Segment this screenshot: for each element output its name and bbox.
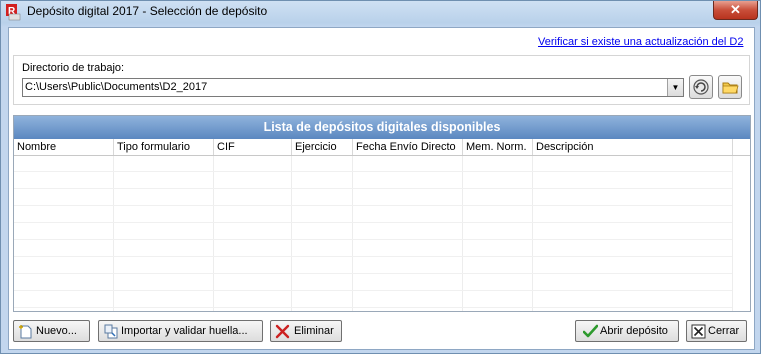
working-dir-combo[interactable]: C:\Users\Public\Documents\D2_2017 ▼ [22, 78, 684, 97]
browse-folder-button[interactable] [718, 75, 742, 99]
app-logo-icon: R [6, 4, 21, 21]
list-body[interactable] [14, 156, 750, 311]
column-header-cif[interactable]: CIF [214, 139, 292, 155]
column-header-fecha-envio[interactable]: Fecha Envío Directo [353, 139, 463, 155]
folder-icon [722, 82, 739, 94]
window-close-button[interactable]: ✕ [713, 1, 758, 20]
list-title: Lista de depósitos digitales disponibles [14, 116, 750, 139]
working-dir-value: C:\Users\Public\Documents\D2_2017 [25, 81, 208, 93]
new-document-icon [19, 325, 32, 339]
column-header-ejercicio[interactable]: Ejercicio [292, 139, 353, 155]
new-button-label: Nuevo... [36, 325, 77, 337]
column-header-descripcion[interactable]: Descripción [533, 139, 733, 155]
working-dir-label: Directorio de trabajo: [22, 62, 125, 74]
refresh-button[interactable] [689, 75, 713, 99]
column-header-mem-norm[interactable]: Mem. Norm. [463, 139, 533, 155]
open-deposit-button[interactable]: Abrir depósito [575, 320, 679, 342]
delete-button-label: Eliminar [294, 325, 334, 337]
list-column-headers: Nombre Tipo formulario CIF Ejercicio Fec… [14, 139, 750, 156]
open-deposit-label: Abrir depósito [600, 325, 668, 337]
import-button-label: Importar y validar huella... [121, 325, 248, 337]
deposit-list[interactable]: Lista de depósitos digitales disponibles… [13, 115, 751, 312]
dialog-window: R Depósito digital 2017 - Selección de d… [0, 0, 761, 354]
delete-button[interactable]: Eliminar [270, 320, 342, 342]
close-x-icon [691, 324, 706, 339]
column-header-tipo-formulario[interactable]: Tipo formulario [114, 139, 214, 155]
check-update-link[interactable]: Verificar si existe una actualización de… [538, 36, 743, 48]
checkmark-icon [583, 324, 598, 338]
close-button-label: Cerrar [708, 325, 740, 337]
close-button[interactable]: Cerrar [686, 320, 747, 342]
column-header-nombre[interactable]: Nombre [14, 139, 114, 155]
working-dir-group: Directorio de trabajo: C:\Users\Public\D… [13, 55, 750, 105]
new-button[interactable]: Nuevo... [13, 320, 90, 342]
import-validate-button[interactable]: Importar y validar huella... [98, 320, 263, 342]
import-icon [104, 324, 118, 339]
refresh-icon [693, 79, 709, 95]
dialog-content: Verificar si existe una actualización de… [8, 27, 755, 350]
title-bar[interactable]: R Depósito digital 2017 - Selección de d… [1, 1, 760, 23]
chevron-down-icon[interactable]: ▼ [667, 79, 683, 96]
window-title: Depósito digital 2017 - Selección de dep… [27, 4, 268, 18]
delete-x-icon [275, 324, 290, 339]
